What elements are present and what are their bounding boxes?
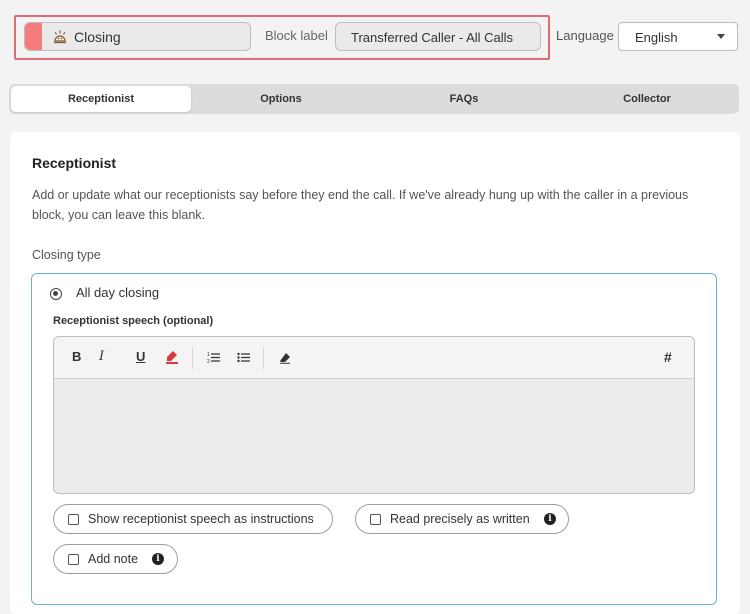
underline-icon[interactable]: U xyxy=(136,350,145,364)
editor-toolbar: B I U 1 2 # xyxy=(54,337,694,379)
section-title: Receptionist xyxy=(32,155,117,171)
closing-icon xyxy=(54,30,66,44)
block-label-input[interactable]: Transferred Caller - All Calls xyxy=(335,22,541,51)
clear-format-icon[interactable] xyxy=(279,352,291,364)
highlight-icon[interactable] xyxy=(166,350,178,364)
ordered-list-icon[interactable]: 1 2 xyxy=(207,351,220,364)
tab-receptionist[interactable]: Receptionist xyxy=(11,86,191,112)
language-caption: Language xyxy=(556,28,614,43)
checkbox-label: Show receptionist speech as instructions xyxy=(88,512,314,526)
tab-bar: Receptionist Options FAQs Collector xyxy=(9,84,739,114)
italic-icon[interactable]: I xyxy=(99,350,104,364)
svg-text:1: 1 xyxy=(207,352,210,358)
receptionist-panel: Receptionist Add or update what our rece… xyxy=(10,132,740,614)
read-precisely-checkbox[interactable]: Read precisely as written i xyxy=(355,504,569,534)
speech-editor[interactable]: B I U 1 2 # xyxy=(53,336,695,494)
block-type-color-stripe xyxy=(25,23,42,50)
tab-options[interactable]: Options xyxy=(191,86,371,112)
checkbox-label: Add note xyxy=(88,552,139,566)
chevron-down-icon xyxy=(717,34,725,39)
block-label-value: Transferred Caller - All Calls xyxy=(351,30,514,45)
tab-collector[interactable]: Collector xyxy=(557,86,737,112)
add-note-checkbox[interactable]: Add note i xyxy=(53,544,178,574)
checkbox-label: Read precisely as written xyxy=(390,512,530,526)
toolbar-divider xyxy=(192,347,193,369)
checkbox-box[interactable] xyxy=(68,554,79,565)
info-icon[interactable]: i xyxy=(152,553,164,565)
language-value: English xyxy=(635,30,678,45)
bullet-list-icon[interactable] xyxy=(237,351,250,364)
bold-icon[interactable]: B xyxy=(72,350,81,364)
show-instructions-checkbox[interactable]: Show receptionist speech as instructions xyxy=(53,504,333,534)
all-day-closing-radio[interactable] xyxy=(50,288,62,300)
section-description: Add or update what our receptionists say… xyxy=(32,188,689,222)
language-select[interactable]: English xyxy=(618,22,738,51)
svg-text:2: 2 xyxy=(207,359,210,364)
block-type-text: Closing xyxy=(74,29,121,45)
block-header: Closing Block label Transferred Caller -… xyxy=(0,0,750,68)
closing-option-card: All day closing Receptionist speech (opt… xyxy=(31,273,717,605)
toolbar-divider xyxy=(263,347,264,369)
block-label-caption: Block label xyxy=(265,28,328,43)
all-day-closing-label[interactable]: All day closing xyxy=(76,285,159,300)
tab-faqs[interactable]: FAQs xyxy=(374,86,554,112)
closing-type-label: Closing type xyxy=(32,248,101,262)
speech-field-label: Receptionist speech (optional) xyxy=(53,315,214,327)
block-type-pill[interactable]: Closing xyxy=(24,22,251,51)
info-icon[interactable]: i xyxy=(544,513,556,525)
checkbox-box[interactable] xyxy=(68,514,79,525)
variable-icon[interactable]: # xyxy=(664,350,672,364)
checkbox-box[interactable] xyxy=(370,514,381,525)
